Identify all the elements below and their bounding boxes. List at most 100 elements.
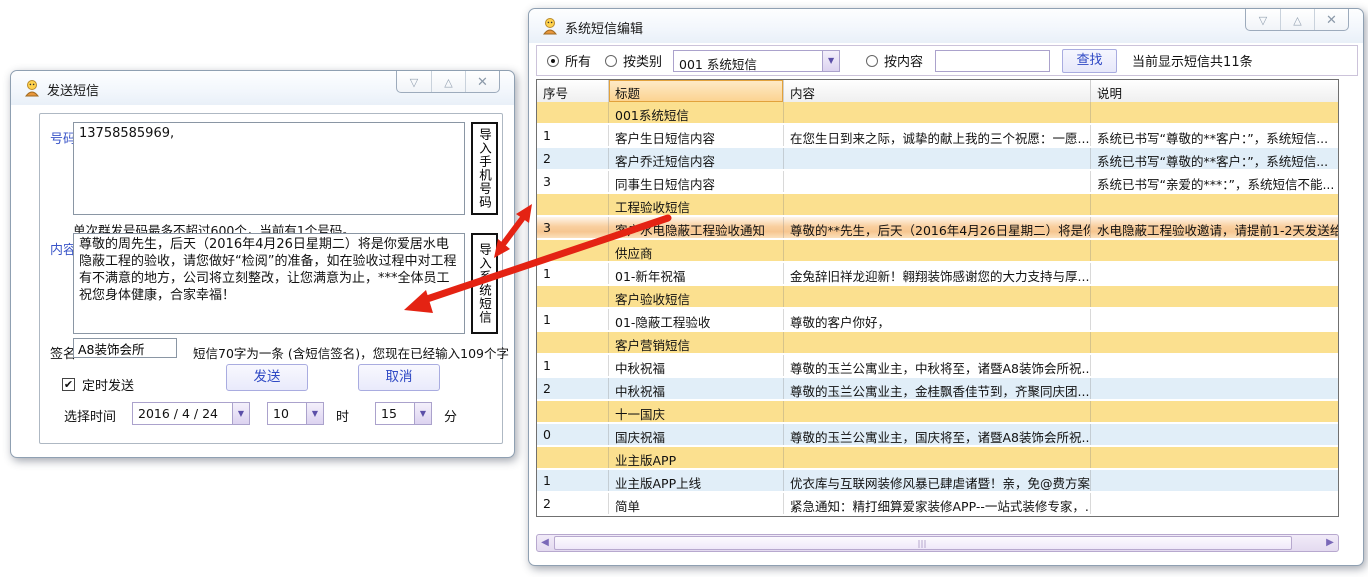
content-search-input[interactable]	[935, 50, 1050, 72]
cell-title: 001系统短信	[609, 102, 784, 123]
scroll-right-icon[interactable]: ▶	[1322, 535, 1338, 551]
cell-note	[1091, 240, 1338, 261]
cell-seq	[537, 401, 609, 422]
content-input[interactable]: 尊敬的周先生，后天（2016年4月26日星期二）将是你爱居水电隐蔽工程的验收，请…	[73, 233, 465, 334]
cell-note	[1091, 355, 1338, 376]
schedule-checkbox[interactable]: ✔	[62, 378, 75, 391]
filter-by-content-radio[interactable]	[866, 55, 878, 67]
category-value: 001 系统短信	[674, 51, 822, 71]
cell-title: 中秋祝福	[609, 378, 784, 399]
send-sms-window: 发送短信 ▽ △ ✕ 号码 13758585969, 导入手机号码 单次群发号码…	[10, 70, 515, 458]
send-window-titlebar[interactable]: 发送短信 ▽ △ ✕	[11, 71, 514, 105]
filter-by-category-label: 按类别	[623, 51, 662, 70]
scrollbar-thumb[interactable]	[554, 536, 1292, 550]
cell-seq: 0	[537, 424, 609, 445]
cell-title: 客户水电隐蔽工程验收通知	[609, 217, 784, 238]
send-form-panel: 号码 13758585969, 导入手机号码 单次群发号码最多不超过600个，当…	[39, 113, 503, 444]
table-row[interactable]: 2客户乔迁短信内容系统已书写“尊敬的**客户：”，系统短信...	[537, 148, 1338, 171]
time-label: 选择时间	[64, 406, 116, 425]
cell-content: 金兔辞旧祥龙迎新！翱翔装饰感谢您的大力支持与厚...	[784, 263, 1091, 284]
cell-seq: 1	[537, 263, 609, 284]
horizontal-scrollbar[interactable]: ◀ ▶	[536, 534, 1339, 552]
date-select[interactable]: 2016 / 4 / 24 ▼	[132, 402, 250, 425]
cell-seq: 3	[537, 171, 609, 192]
number-input[interactable]: 13758585969,	[73, 122, 465, 215]
close-icon[interactable]: ✕	[1314, 9, 1348, 31]
cell-seq: 2	[537, 148, 609, 169]
cell-content: 尊敬的客户你好，	[784, 309, 1091, 330]
schedule-send-option[interactable]: ✔ 定时发送	[62, 375, 134, 394]
filter-by-category-radio[interactable]	[605, 55, 617, 67]
table-row[interactable]: 2中秋祝福尊敬的玉兰公寓业主，金桂飘香佳节到，齐聚同庆团...	[537, 378, 1338, 401]
minimize-icon[interactable]: ▽	[397, 71, 431, 93]
cell-content: 尊敬的玉兰公寓业主，国庆将至，诸暨A8装饰会所祝...	[784, 424, 1091, 445]
cell-title: 01-新年祝福	[609, 263, 784, 284]
cell-content	[784, 447, 1091, 468]
cell-note	[1091, 401, 1338, 422]
cell-note: 系统已书写“亲爱的***：”，系统短信不能...	[1091, 171, 1338, 192]
cell-note	[1091, 194, 1338, 215]
hour-unit-label: 时	[336, 406, 349, 425]
edit-window-titlebar[interactable]: 系统短信编辑 ▽ △ ✕	[529, 9, 1363, 43]
chevron-down-icon[interactable]: ▼	[232, 403, 249, 424]
table-row[interactable]: 1客户生日短信内容在您生日到来之际，诚挚的献上我的三个祝愿：一愿...系统已书写…	[537, 125, 1338, 148]
cell-note: 系统已书写“尊敬的**客户：”，系统短信...	[1091, 125, 1338, 146]
table-group-row[interactable]: 供应商	[537, 240, 1338, 263]
search-button[interactable]: 查找	[1062, 49, 1117, 73]
table-row[interactable]: 101-隐蔽工程验收尊敬的客户你好，	[537, 309, 1338, 332]
table-group-row[interactable]: 业主版APP	[537, 447, 1338, 470]
cell-content	[784, 171, 1091, 192]
cell-content	[784, 401, 1091, 422]
cell-title: 01-隐蔽工程验收	[609, 309, 784, 330]
chevron-down-icon[interactable]: ▼	[822, 51, 839, 71]
filter-toolbar: 所有 按类别 001 系统短信 ▼ 按内容 查找 当前显示短信共11条	[536, 45, 1358, 76]
import-system-sms-button[interactable]: 导入系统短信	[471, 233, 498, 334]
send-button[interactable]: 发送	[226, 364, 308, 391]
cell-note	[1091, 332, 1338, 353]
cell-title: 同事生日短信内容	[609, 171, 784, 192]
filter-all-radio[interactable]	[547, 55, 559, 67]
maximize-icon[interactable]: △	[1280, 9, 1314, 31]
cancel-button[interactable]: 取消	[358, 364, 440, 391]
header-title[interactable]: 标题	[609, 80, 784, 102]
header-note[interactable]: 说明	[1091, 80, 1338, 102]
header-content[interactable]: 内容	[784, 80, 1091, 102]
cell-title: 客户营销短信	[609, 332, 784, 353]
cell-content	[784, 194, 1091, 215]
table-row[interactable]: 101-新年祝福金兔辞旧祥龙迎新！翱翔装饰感谢您的大力支持与厚...	[537, 263, 1338, 286]
cell-title: 供应商	[609, 240, 784, 261]
table-row[interactable]: 3同事生日短信内容 系统已书写“亲爱的***：”，系统短信不能...	[537, 171, 1338, 194]
chevron-down-icon[interactable]: ▼	[306, 403, 323, 424]
cell-note	[1091, 447, 1338, 468]
schedule-checkbox-label: 定时发送	[82, 375, 134, 394]
scroll-left-icon[interactable]: ◀	[537, 535, 553, 551]
table-row[interactable]: 1业主版APP上线优衣库与互联网装修风暴已肆虐诸暨！亲，免@费方案...	[537, 470, 1338, 493]
signature-hint: 短信70字为一条 (含短信签名)，您现在已经输入109个字	[193, 343, 509, 362]
chevron-down-icon[interactable]: ▼	[414, 403, 431, 424]
table-group-row[interactable]: 客户营销短信	[537, 332, 1338, 355]
import-phone-numbers-button[interactable]: 导入手机号码	[471, 122, 498, 215]
header-seq[interactable]: 序号	[537, 80, 609, 102]
cell-title: 中秋祝福	[609, 355, 784, 376]
table-row[interactable]: 3客户水电隐蔽工程验收通知尊敬的**先生，后天（2016年4月26日星期二）将是…	[537, 217, 1338, 240]
table-group-row[interactable]: 客户验收短信	[537, 286, 1338, 309]
cell-seq: 1	[537, 309, 609, 330]
cell-content: 紧急通知：精打细算爱家装修APP--一站式装修专家，...	[784, 493, 1091, 514]
close-icon[interactable]: ✕	[465, 71, 499, 93]
category-select[interactable]: 001 系统短信 ▼	[673, 50, 840, 72]
cell-seq	[537, 102, 609, 123]
table-group-row[interactable]: 001系统短信	[537, 102, 1338, 125]
minute-select[interactable]: 15 ▼	[375, 402, 432, 425]
table-row[interactable]: 2简单紧急通知：精打细算爱家装修APP--一站式装修专家，...	[537, 493, 1338, 516]
signature-input[interactable]	[73, 338, 177, 358]
minimize-icon[interactable]: ▽	[1246, 9, 1280, 31]
table-group-row[interactable]: 工程验收短信	[537, 194, 1338, 217]
desktop: { "annotation": { "arrow_color": "#e4231…	[0, 0, 1368, 577]
maximize-icon[interactable]: △	[431, 71, 465, 93]
table-group-row[interactable]: 十一国庆	[537, 401, 1338, 424]
cell-seq	[537, 194, 609, 215]
table-row[interactable]: 1中秋祝福尊敬的玉兰公寓业主，中秋将至，诸暨A8装饰会所祝...	[537, 355, 1338, 378]
hour-select[interactable]: 10 ▼	[267, 402, 324, 425]
table-row[interactable]: 0国庆祝福尊敬的玉兰公寓业主，国庆将至，诸暨A8装饰会所祝...	[537, 424, 1338, 447]
cell-content: 优衣库与互联网装修风暴已肆虐诸暨！亲，免@费方案...	[784, 470, 1091, 491]
